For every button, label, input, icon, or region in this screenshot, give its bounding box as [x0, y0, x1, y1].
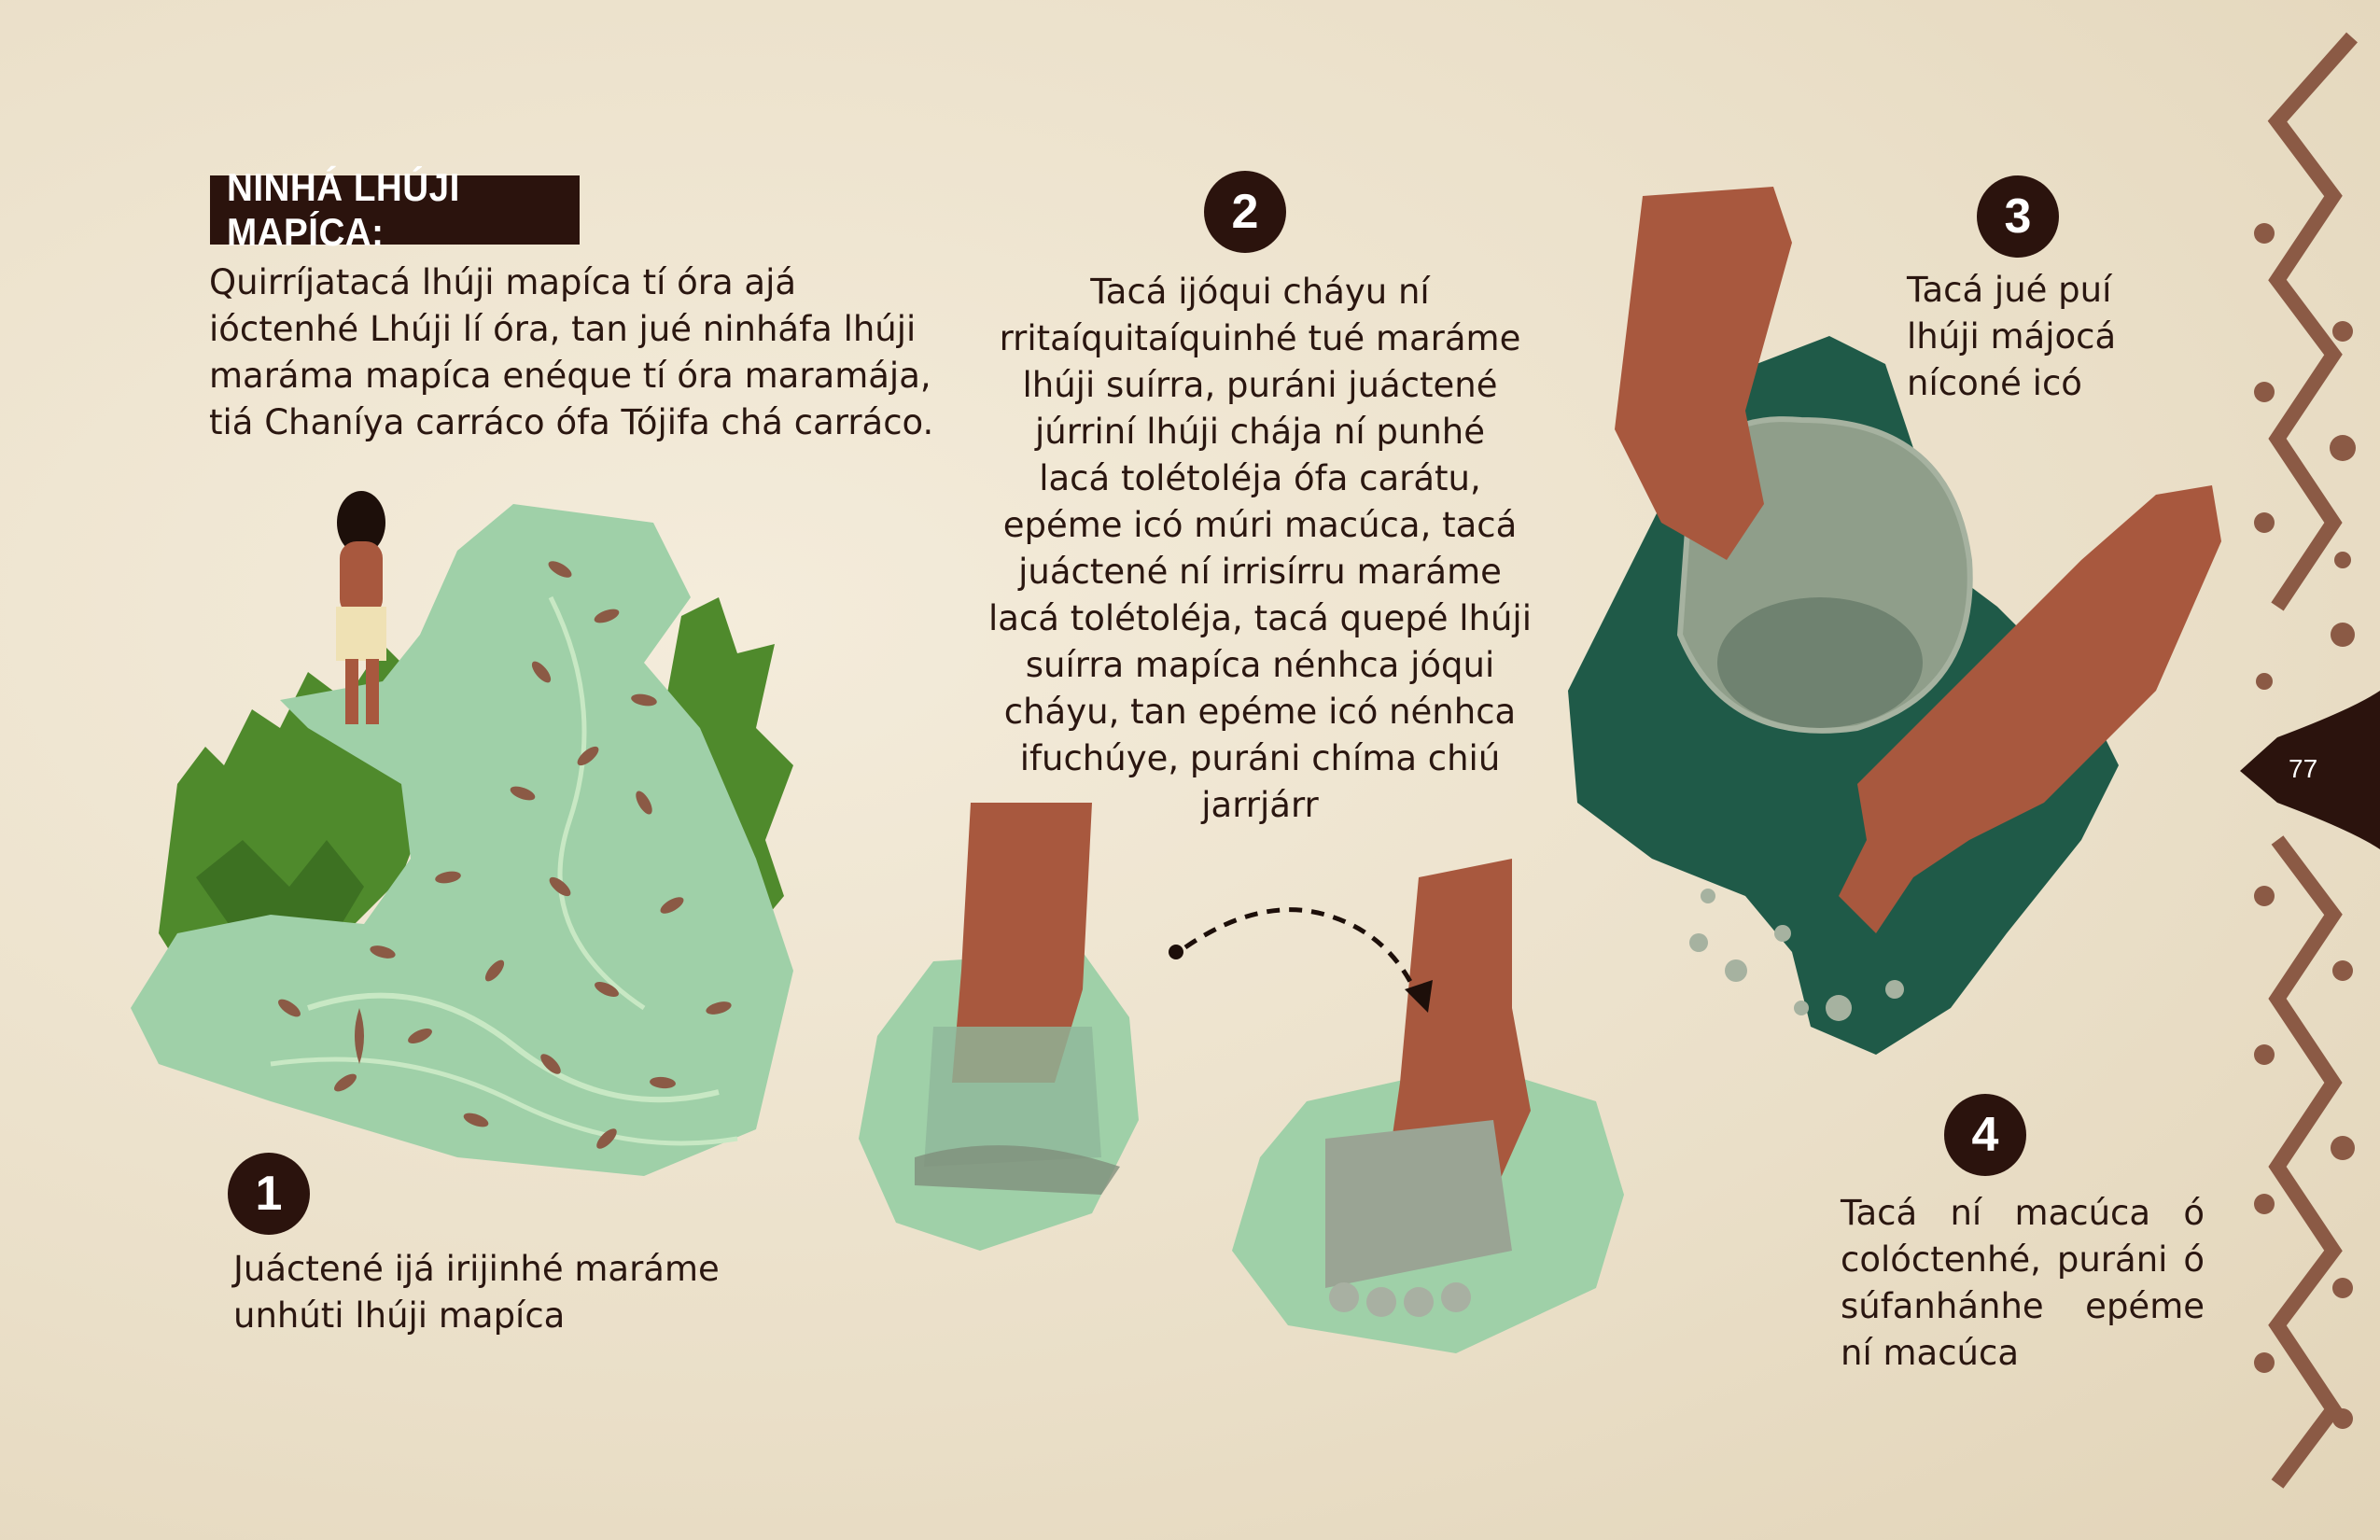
step-4-number: 4: [1971, 1108, 1999, 1162]
step-2-line: juáctené ní irrisírru maráme: [1018, 552, 1502, 592]
step-3-number: 3: [2004, 189, 2032, 244]
page-number: 77: [2289, 754, 2318, 783]
step-2-text: Tacá ijóqui cháyu ní rritaíquitaíquinhé …: [980, 269, 1540, 829]
step-3-line: Tacá jué puí: [1907, 270, 2112, 310]
step-4-text: Tacá ní macúca ó colóctenhé, puráni ó sú…: [1841, 1190, 2205, 1377]
intro-line: Quirríjatacá lhúji mapíca tí óra ajá: [209, 262, 797, 302]
dotted-arrow-icon: [1169, 907, 1433, 1013]
step-2-line: lhúji suírra, puráni juáctené: [1022, 365, 1498, 405]
step-3-line: lhúji májocá: [1907, 316, 2117, 357]
step-2-line: epéme icó múri macúca, tacá: [1002, 505, 1518, 545]
step-1-badge: 1: [228, 1153, 310, 1235]
step-3-badge: 3: [1977, 175, 2059, 258]
step-2-line: júrriní lhúji chája ní punhé: [1034, 412, 1486, 452]
step-1-line: Juáctené ijá irijinhé maráme: [233, 1249, 720, 1289]
step-2-line: lacá tolétoléja ófa carátu,: [1039, 458, 1481, 498]
section-title: NINHÁ LHÚJI MAPÍCA:: [227, 165, 460, 254]
step-2-line: suírra mapíca nénhca jóqui: [1025, 645, 1495, 685]
intro-line: maráma mapíca enéque tí óra maramája,: [209, 356, 931, 396]
intro-line: ióctenhé Lhúji lí óra, tan jué ninháfa l…: [209, 309, 917, 349]
illustration-feet-in-water: [859, 803, 1624, 1353]
step-2-number: 2: [1231, 185, 1259, 239]
intro-line: tiá Chaníya carráco ófa Tójifa chá carrá…: [209, 402, 934, 442]
section-title-box: NINHÁ LHÚJI MAPÍCA:: [210, 165, 580, 254]
step-1-number: 1: [255, 1167, 283, 1221]
step-1-text: Juáctené ijá irijinhé maráme unhúti lhúj…: [233, 1246, 720, 1339]
step-4-line: Tacá ní macúca ó: [1841, 1193, 2205, 1233]
step-2-line: cháyu, tan epéme icó nénhca: [1003, 692, 1517, 732]
step-2-line: lacá tolétoléja, tacá quepé lhúji: [988, 598, 1532, 638]
step-3-line: níconé icó: [1907, 363, 2082, 403]
step-4-line: colóctenhé, puráni ó: [1841, 1239, 2205, 1280]
step-2-badge: 2: [1204, 171, 1286, 253]
illustration-river-scene: [131, 491, 793, 1176]
step-4-badge: 4: [1944, 1094, 2026, 1176]
step-2-line: ifuchúye, puráni chíma chiú: [1019, 738, 1501, 778]
step-3-text: Tacá jué puí lhúji májocá níconé icó: [1907, 267, 2116, 407]
step-4-line: ní macúca: [1841, 1333, 2020, 1373]
step-1-line: unhúti lhúji mapíca: [233, 1295, 566, 1336]
step-4-line: súfanhánhe epéme: [1841, 1286, 2205, 1326]
step-2-line: Tacá ijóqui cháyu ní: [1090, 272, 1430, 312]
intro-paragraph: Quirríjatacá lhúji mapíca tí óra ajá ióc…: [209, 259, 956, 446]
step-2-line: rritaíquitaíquinhé tué maráme: [999, 318, 1521, 358]
